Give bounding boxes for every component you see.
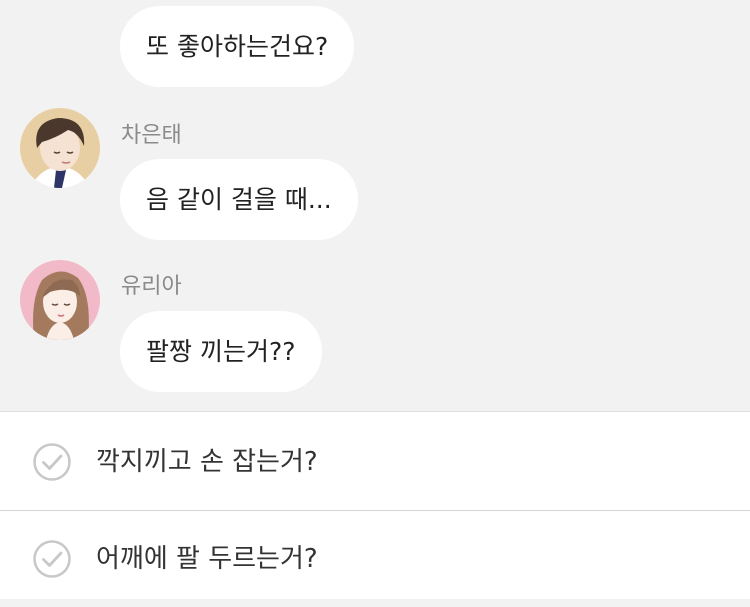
- check-circle-icon: [33, 540, 71, 578]
- choice-label: 깍지끼고 손 잡는거?: [96, 447, 318, 477]
- chat-area: 또 좋아하는건요? 차은태 음 같이 걸을 때... 유리아 팔짱 끼는거??: [0, 0, 750, 411]
- message-bubble: 음 같이 걸을 때...: [120, 159, 358, 240]
- message-text: 또 좋아하는건요?: [146, 32, 329, 61]
- choice-list: 깍지끼고 손 잡는거? 어깨에 팔 두르는거?: [0, 411, 750, 599]
- choice-option[interactable]: 어깨에 팔 두르는거?: [0, 511, 750, 607]
- check-circle-icon: [33, 443, 71, 481]
- message-text: 팔짱 끼는거??: [146, 337, 296, 366]
- sender-name: 유리아: [121, 274, 182, 299]
- avatar: [20, 108, 100, 188]
- message-text: 음 같이 걸을 때...: [146, 185, 332, 214]
- message-bubble: 팔짱 끼는거??: [120, 311, 322, 392]
- choice-option[interactable]: 깍지끼고 손 잡는거?: [0, 414, 750, 511]
- message-bubble: 또 좋아하는건요?: [120, 6, 355, 87]
- sender-name: 차은태: [121, 123, 182, 148]
- avatar: [20, 260, 100, 340]
- avatar-male-icon: [20, 108, 100, 188]
- choice-label: 어깨에 팔 두르는거?: [96, 544, 318, 574]
- avatar-female-icon: [20, 260, 100, 340]
